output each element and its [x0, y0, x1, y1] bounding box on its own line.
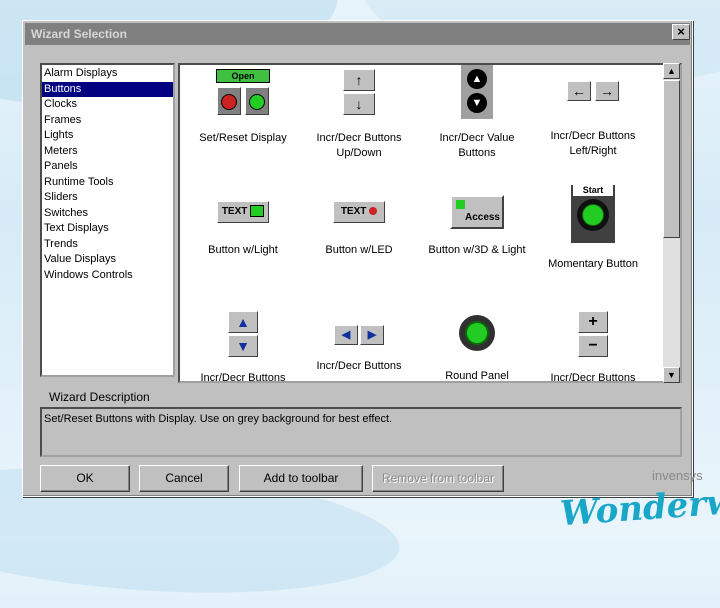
category-item-clocks[interactable]: Clocks [42, 97, 173, 113]
ok-button[interactable]: OK [40, 465, 130, 492]
remove-from-toolbar-button[interactable]: Remove from toolbar [372, 465, 504, 492]
category-item-lights[interactable]: Lights [42, 128, 173, 144]
wizard-label: Button w/LED [325, 244, 393, 256]
add-to-toolbar-button[interactable]: Add to toolbar [239, 465, 363, 492]
scroll-thumb[interactable] [663, 80, 680, 238]
wizard-label: Incr/Decr Buttons [200, 372, 286, 383]
close-button[interactable]: × [672, 24, 690, 40]
category-item-trends[interactable]: Trends [42, 237, 173, 253]
wizard-triangle-up-down[interactable]: ▲ ▼ Incr/Decr Buttons [184, 311, 302, 383]
category-item-meters[interactable]: Meters [42, 144, 173, 160]
wizard-set-reset-display[interactable]: Open Set/Reset Display [184, 69, 302, 146]
wizard-button-3d-light[interactable]: Access Button w/3D & Light [418, 195, 536, 258]
wizard-description-label: Wizard Description [49, 390, 150, 404]
button-with-led-icon: TEXT [333, 201, 385, 223]
vertical-scrollbar[interactable]: ▲ ▼ [663, 63, 680, 383]
wizard-label: Button w/3D & Light [428, 244, 526, 256]
wizard-label: Incr/Decr Buttons Left/Right [550, 130, 636, 157]
wizard-momentary-button[interactable]: Start Momentary Button [534, 183, 652, 272]
category-item-runtime-tools[interactable]: Runtime Tools [42, 175, 173, 191]
wizard-description-text: Set/Reset Buttons with Display. Use on g… [40, 407, 682, 457]
wizard-label: Incr/Decr Buttons [550, 372, 636, 383]
wizard-label: Set/Reset Display [199, 132, 287, 144]
wizard-button-with-light[interactable]: TEXT Button w/Light [184, 201, 302, 258]
wizard-label: Incr/Decr Buttons [316, 360, 402, 372]
category-item-frames[interactable]: Frames [42, 113, 173, 129]
set-reset-display-icon: Open [216, 69, 270, 119]
triangle-up-down-icon: ▲ ▼ [228, 311, 258, 357]
wizard-label: Incr/Decr Value Buttons [439, 132, 515, 159]
invensys-brand: invensys [652, 468, 703, 483]
window-title: Wizard Selection [31, 27, 127, 41]
wizard-triangle-left-right[interactable]: ◀ ▶ Incr/Decr Buttons [300, 325, 418, 374]
wizard-selection-dialog: Wizard Selection × Alarm Displays Button… [22, 20, 693, 497]
round-panel-icon [459, 315, 495, 351]
wizard-incr-decr-up-down[interactable]: ↑ ↓ Incr/Decr Buttons Up/Down [300, 69, 418, 161]
wizard-incr-decr-left-right[interactable]: ← → Incr/Decr Buttons Left/Right [534, 81, 652, 159]
category-item-buttons[interactable]: Buttons [42, 81, 173, 97]
category-list[interactable]: Alarm Displays Buttons Clocks Frames Lig… [40, 63, 175, 377]
value-buttons-icon: ▲ ▼ [461, 65, 493, 119]
button-3d-light-icon: Access [450, 195, 504, 229]
category-item-sliders[interactable]: Sliders [42, 190, 173, 206]
wizard-label: Button w/Light [208, 244, 278, 256]
button-with-light-icon: TEXT [217, 201, 269, 223]
category-item-switches[interactable]: Switches [42, 206, 173, 222]
up-down-arrows-icon: ↑ ↓ [343, 69, 375, 119]
wizard-label: Incr/Decr Buttons Up/Down [316, 132, 402, 159]
title-bar: Wizard Selection [25, 23, 690, 45]
category-item-text-displays[interactable]: Text Displays [42, 221, 173, 237]
category-item-value-displays[interactable]: Value Displays [42, 252, 173, 268]
wizard-grid: Open Set/Reset Display ↑ ↓ Incr/Decr But… [178, 63, 682, 383]
momentary-button-icon: Start [571, 185, 615, 243]
plus-minus-icon: + − [578, 311, 608, 357]
cancel-button[interactable]: Cancel [139, 465, 229, 492]
triangle-left-right-icon: ◀ ▶ [333, 325, 385, 345]
left-right-arrows-icon: ← → [566, 81, 620, 101]
wizard-label: Momentary Button [548, 258, 638, 270]
category-item-alarm-displays[interactable]: Alarm Displays [42, 66, 173, 82]
category-item-windows-controls[interactable]: Windows Controls [42, 268, 173, 284]
wizard-button-with-led[interactable]: TEXT Button w/LED [300, 201, 418, 258]
scroll-up-icon[interactable]: ▲ [663, 63, 680, 79]
wizard-label: Round Panel [445, 370, 509, 382]
scroll-down-icon[interactable]: ▼ [663, 367, 680, 383]
wizard-incr-decr-value[interactable]: ▲ ▼ Incr/Decr Value Buttons [418, 65, 536, 161]
category-item-panels[interactable]: Panels [42, 159, 173, 175]
wizard-round-panel[interactable]: Round Panel [418, 315, 536, 382]
wizard-plus-minus[interactable]: + − Incr/Decr Buttons [534, 311, 652, 383]
